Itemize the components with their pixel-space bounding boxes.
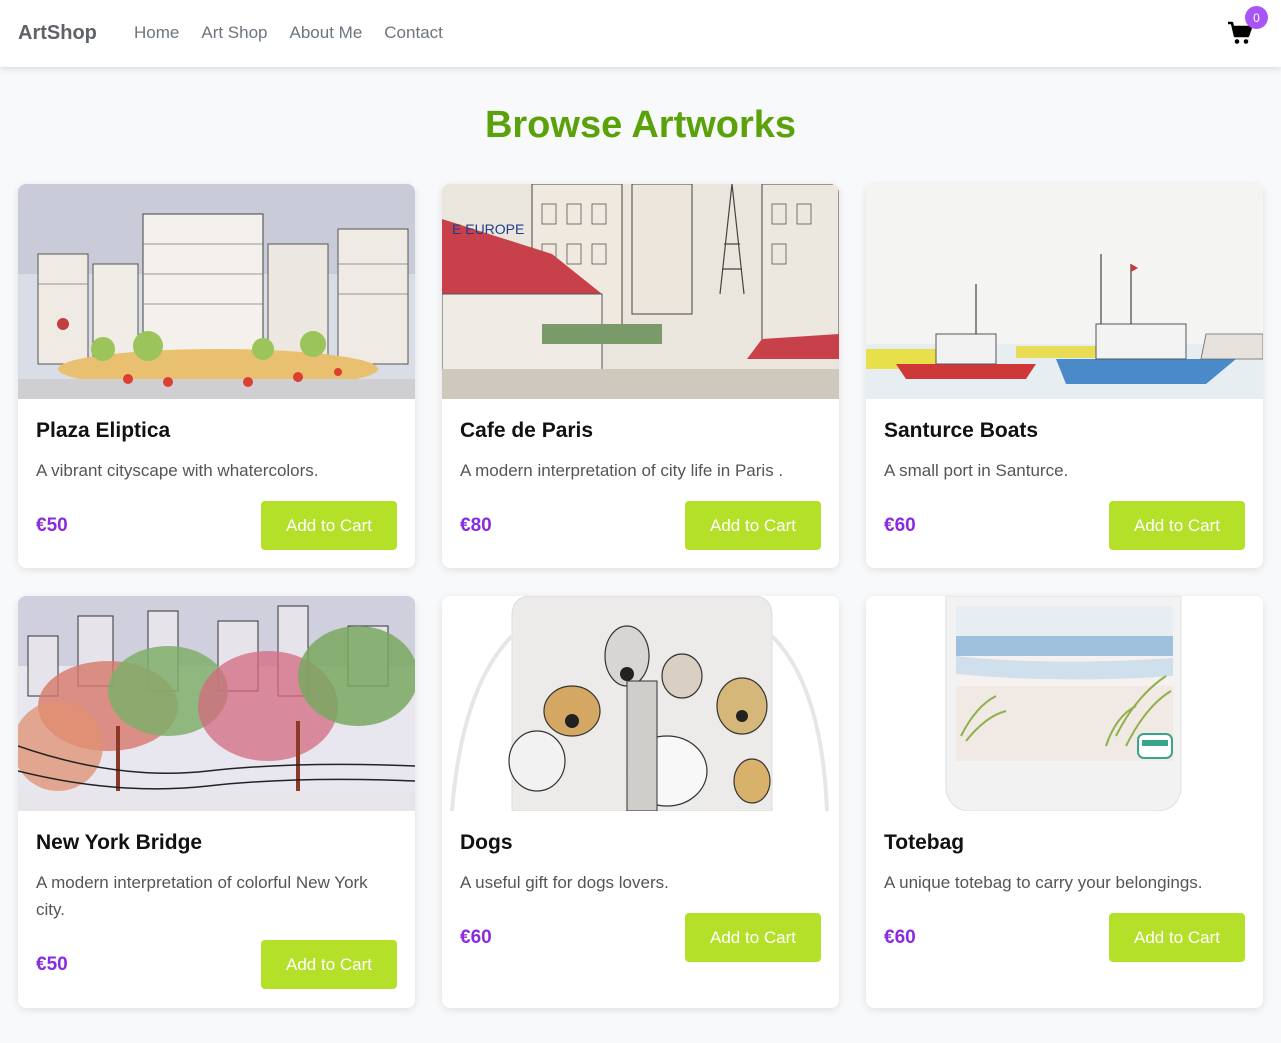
card-footer: €60 Add to Cart xyxy=(884,501,1245,550)
card-body: Totebag A unique totebag to carry your b… xyxy=(866,811,1263,1008)
cart-count-badge: 0 xyxy=(1245,6,1268,29)
product-title: Cafe de Paris xyxy=(460,419,594,442)
add-to-cart-button[interactable]: Add to Cart xyxy=(261,501,397,550)
product-price: €80 xyxy=(460,514,492,536)
nav-link-contact[interactable]: Contact xyxy=(384,23,443,43)
product-price: €50 xyxy=(36,514,68,536)
watercolor-paris-street-painting[interactable]: E EUROPE xyxy=(442,184,839,399)
product-card: Santurce Boats A small port in Santurce.… xyxy=(866,184,1263,568)
add-to-cart-button[interactable]: Add to Cart xyxy=(685,501,821,550)
product-price: €60 xyxy=(884,514,916,536)
product-title: New York Bridge xyxy=(36,831,203,854)
product-card: Dogs A useful gift for dogs lovers. €60 … xyxy=(442,596,839,1008)
product-description: A useful gift for dogs lovers. xyxy=(460,873,669,892)
product-price: €60 xyxy=(884,926,916,948)
card-body: New York Bridge A modern interpretation … xyxy=(18,811,415,1008)
product-card: Plaza Eliptica A vibrant cityscape with … xyxy=(18,184,415,568)
product-price: €50 xyxy=(36,953,68,975)
navbar: ArtShop Home Art Shop About Me Contact 0 xyxy=(0,0,1281,67)
product-description: A small port in Santurce. xyxy=(884,461,1069,480)
product-grid: Plaza Eliptica A vibrant cityscape with … xyxy=(18,184,1263,1008)
card-body: Plaza Eliptica A vibrant cityscape with … xyxy=(18,399,415,568)
product-description: A modern interpretation of city life in … xyxy=(460,461,784,480)
card-body: Dogs A useful gift for dogs lovers. €60 … xyxy=(442,811,839,1008)
brand-logo[interactable]: ArtShop xyxy=(18,22,97,45)
beach-totebag-product[interactable] xyxy=(866,596,1263,811)
product-title: Plaza Eliptica xyxy=(36,419,171,442)
nav-link-home[interactable]: Home xyxy=(134,23,179,43)
add-to-cart-button[interactable]: Add to Cart xyxy=(1109,501,1245,550)
add-to-cart-button[interactable]: Add to Cart xyxy=(261,940,397,989)
svg-text:E EUROPE: E EUROPE xyxy=(452,221,524,237)
card-body: Cafe de Paris A modern interpretation of… xyxy=(442,399,839,568)
nav-link-art-shop[interactable]: Art Shop xyxy=(201,23,267,43)
product-price: €60 xyxy=(460,926,492,948)
card-body: Santurce Boats A small port in Santurce.… xyxy=(866,399,1263,568)
card-footer: €50 Add to Cart xyxy=(36,501,397,550)
product-description: A unique totebag to carry your belonging… xyxy=(884,873,1203,892)
product-description: A modern interpretation of colorful New … xyxy=(36,873,368,919)
product-card: Totebag A unique totebag to carry your b… xyxy=(866,596,1263,1008)
page-title: Browse Artworks xyxy=(484,104,797,146)
product-title: Totebag xyxy=(884,831,965,854)
watercolor-new-york-bridge-painting[interactable] xyxy=(18,596,415,811)
add-to-cart-button[interactable]: Add to Cart xyxy=(1109,913,1245,962)
nav-links: Home Art Shop About Me Contact xyxy=(134,23,465,43)
add-to-cart-button[interactable]: Add to Cart xyxy=(685,913,821,962)
card-footer: €60 Add to Cart xyxy=(884,913,1245,962)
card-footer: €80 Add to Cart xyxy=(460,501,821,550)
product-description: A vibrant cityscape with whatercolors. xyxy=(36,461,319,480)
dogs-apron-product[interactable] xyxy=(442,596,839,811)
card-footer: €50 Add to Cart xyxy=(36,940,397,989)
product-title: Santurce Boats xyxy=(884,419,1039,442)
watercolor-plaza-painting[interactable] xyxy=(18,184,415,399)
product-card: New York Bridge A modern interpretation … xyxy=(18,596,415,1008)
card-footer: €60 Add to Cart xyxy=(460,913,821,962)
product-title: Dogs xyxy=(460,831,513,854)
product-card: E EUROPE Cafe de Paris A modern interpre… xyxy=(442,184,839,568)
nav-link-about-me[interactable]: About Me xyxy=(290,23,363,43)
watercolor-boats-painting[interactable] xyxy=(866,184,1263,399)
